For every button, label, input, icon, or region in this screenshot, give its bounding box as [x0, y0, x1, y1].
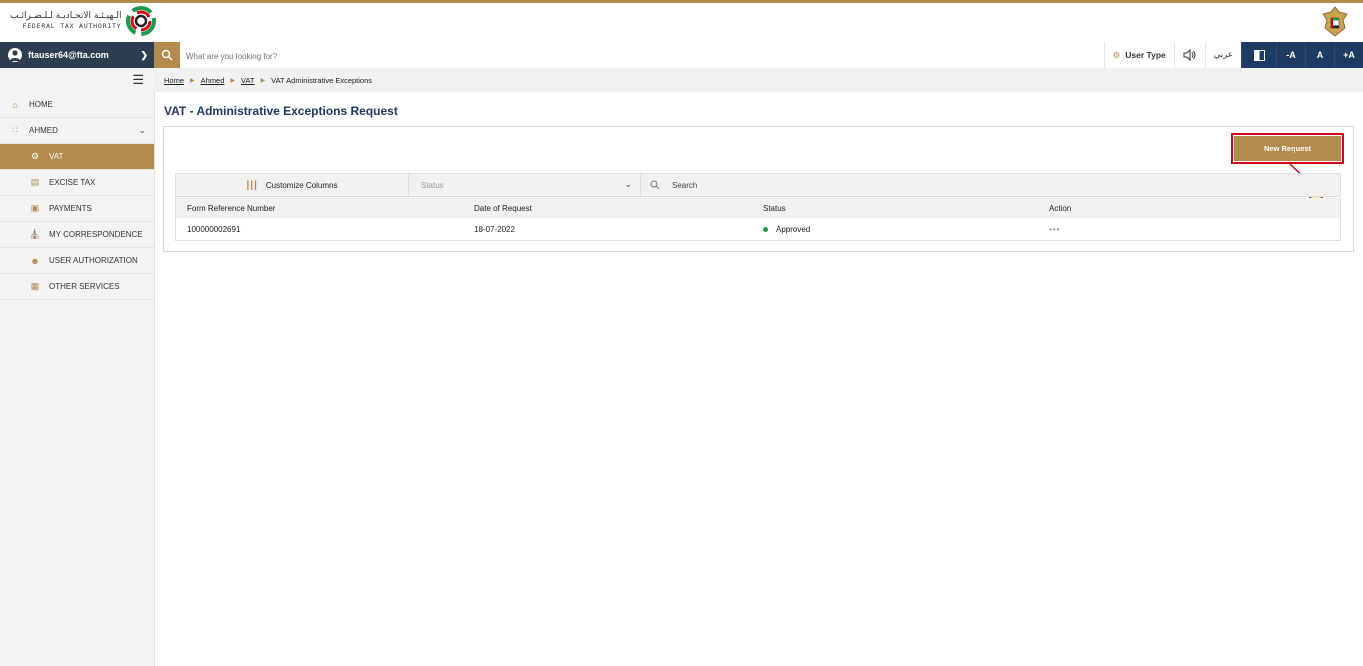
- font-decrease-button[interactable]: -A: [1276, 42, 1305, 68]
- language-toggle[interactable]: عربي: [1204, 42, 1241, 68]
- cell-status: Approved: [763, 225, 810, 234]
- chevron-down-icon: ⌄: [624, 179, 632, 189]
- sidebar-item-label: PAYMENTS: [49, 204, 92, 213]
- table-row[interactable]: 100000002691 18-07-2022 Approved •••: [175, 218, 1341, 241]
- breadcrumb-separator-icon: ▶: [190, 77, 195, 84]
- breadcrumb-current: VAT Administrative Exceptions: [271, 75, 373, 85]
- logo-english-text: FEDERAL TAX AUTHORITY: [22, 22, 122, 30]
- chevron-down-icon: ⌄: [138, 125, 146, 135]
- breadcrumb-ahmed[interactable]: Ahmed: [201, 76, 225, 85]
- fta-logo-icon: [126, 6, 157, 36]
- correspondence-icon: ⛪: [29, 229, 41, 239]
- search-icon: [650, 180, 660, 190]
- customize-columns-label: Customize Columns: [265, 180, 338, 190]
- sidebar-item-ahmed[interactable]: ∷ AHMED ⌄: [0, 118, 154, 144]
- uae-emblem-icon: [1322, 6, 1348, 37]
- table-header-row: Form Reference Number Date of Request St…: [175, 198, 1341, 218]
- breadcrumb-home[interactable]: Home: [164, 76, 184, 85]
- sidebar-item-other-services[interactable]: ▦ OTHER SERVICES: [0, 274, 154, 300]
- breadcrumb-separator-icon: ▶: [260, 77, 266, 84]
- sidebar-item-label: OTHER SERVICES: [49, 282, 120, 291]
- sidebar-item-vat[interactable]: ⚙ VAT: [0, 144, 154, 170]
- contrast-toggle[interactable]: [1241, 42, 1276, 68]
- gear-icon: ⚙: [1112, 49, 1121, 60]
- sidebar-item-my-correspondence[interactable]: ⛪ MY CORRESPONDENCE: [0, 222, 154, 248]
- top-toolbar: ftauser64@fta.com ❯ ⚙ User Type عربي -A …: [0, 42, 1363, 69]
- status-dot-icon: [763, 226, 768, 232]
- global-search-input[interactable]: [184, 46, 688, 66]
- sidebar-item-label: HOME: [29, 100, 53, 109]
- contrast-icon: [1253, 49, 1265, 61]
- sidebar-item-label: EXCISE TAX: [49, 178, 96, 187]
- columns-icon: |||: [246, 179, 258, 191]
- table-filter-bar: ||| Customize Columns Status ⌄ Search: [175, 173, 1341, 197]
- sidebar-item-label: USER AUTHORIZATION: [49, 256, 138, 265]
- cell-date: 18-07-2022: [474, 224, 515, 234]
- speaker-icon: [1183, 49, 1196, 61]
- grid-icon: ∷: [12, 125, 18, 135]
- table-search-field[interactable]: Search: [646, 174, 1246, 196]
- table-search-placeholder: Search: [672, 180, 698, 190]
- status-badge: Approved: [776, 224, 811, 234]
- user-account-dropdown[interactable]: ftauser64@fta.com ❯: [0, 42, 154, 68]
- column-header-date: Date of Request: [474, 203, 532, 213]
- breadcrumb-vat[interactable]: VAT: [241, 76, 254, 85]
- callout-pointer: [1289, 163, 1313, 186]
- search-button[interactable]: [154, 42, 180, 68]
- new-request-button[interactable]: New Request: [1234, 136, 1341, 161]
- sidebar-item-excise-tax[interactable]: ▤ EXCISE TAX: [0, 170, 154, 196]
- status-filter-placeholder: Status: [421, 180, 444, 190]
- user-auth-icon: ☻: [30, 255, 40, 266]
- sidebar-item-label: VAT: [49, 152, 64, 161]
- payments-icon: ▣: [30, 203, 40, 213]
- excise-icon: ▤: [30, 177, 40, 187]
- requests-table: Form Reference Number Date of Request St…: [175, 198, 1341, 241]
- sidebar-item-user-authorization[interactable]: ☻ USER AUTHORIZATION: [0, 248, 154, 274]
- column-header-status: Status: [763, 203, 786, 213]
- column-header-action: Action: [1049, 203, 1072, 213]
- fta-logo[interactable]: الـهيـئـة الاتحـاديـة لـلـضـرائـب FEDERA…: [10, 5, 157, 37]
- sidebar-item-label: MY CORRESPONDENCE: [49, 230, 143, 239]
- search-icon: [161, 49, 173, 61]
- logo-arabic-text: الـهيـئـة الاتحـاديـة لـلـضـرائـب: [10, 11, 122, 21]
- user-type-label: User Type: [1125, 50, 1166, 60]
- font-normal-button[interactable]: A: [1305, 42, 1334, 68]
- cell-ref-number: 100000002691: [187, 224, 241, 234]
- services-icon: ▦: [30, 281, 40, 291]
- hamburger-menu-icon[interactable]: ☰: [0, 68, 154, 92]
- chevron-down-icon: ❯: [140, 50, 148, 60]
- breadcrumb: Home ▶ Ahmed ▶ VAT ▶ VAT Administrative …: [154, 68, 1363, 92]
- column-header-ref: Form Reference Number: [187, 203, 276, 213]
- user-avatar-icon: [8, 48, 22, 62]
- home-icon: ⌂: [12, 99, 18, 110]
- user-type-button[interactable]: ⚙ User Type: [1103, 42, 1174, 68]
- user-email: ftauser64@fta.com: [28, 50, 109, 60]
- status-filter-select[interactable]: Status ⌄: [409, 174, 641, 196]
- row-action-menu[interactable]: •••: [1049, 225, 1060, 234]
- sidebar-item-payments[interactable]: ▣ PAYMENTS: [0, 196, 154, 222]
- site-header: الـهيـئـة الاتحـاديـة لـلـضـرائـب FEDERA…: [0, 3, 1363, 43]
- font-increase-button[interactable]: +A: [1334, 42, 1363, 68]
- sidebar: ☰ ⌂ HOME ∷ AHMED ⌄ ⚙ VAT ▤ EXCISE TAX ▣ …: [0, 68, 155, 666]
- sidebar-item-label: AHMED: [29, 126, 58, 135]
- breadcrumb-separator-icon: ▶: [230, 77, 236, 84]
- customize-columns-button[interactable]: ||| Customize Columns: [176, 174, 409, 196]
- sidebar-item-home[interactable]: ⌂ HOME: [0, 92, 154, 118]
- speaker-button[interactable]: [1173, 42, 1205, 68]
- vat-icon: ⚙: [30, 151, 40, 161]
- page-title: VAT - Administrative Exceptions Request: [164, 104, 398, 118]
